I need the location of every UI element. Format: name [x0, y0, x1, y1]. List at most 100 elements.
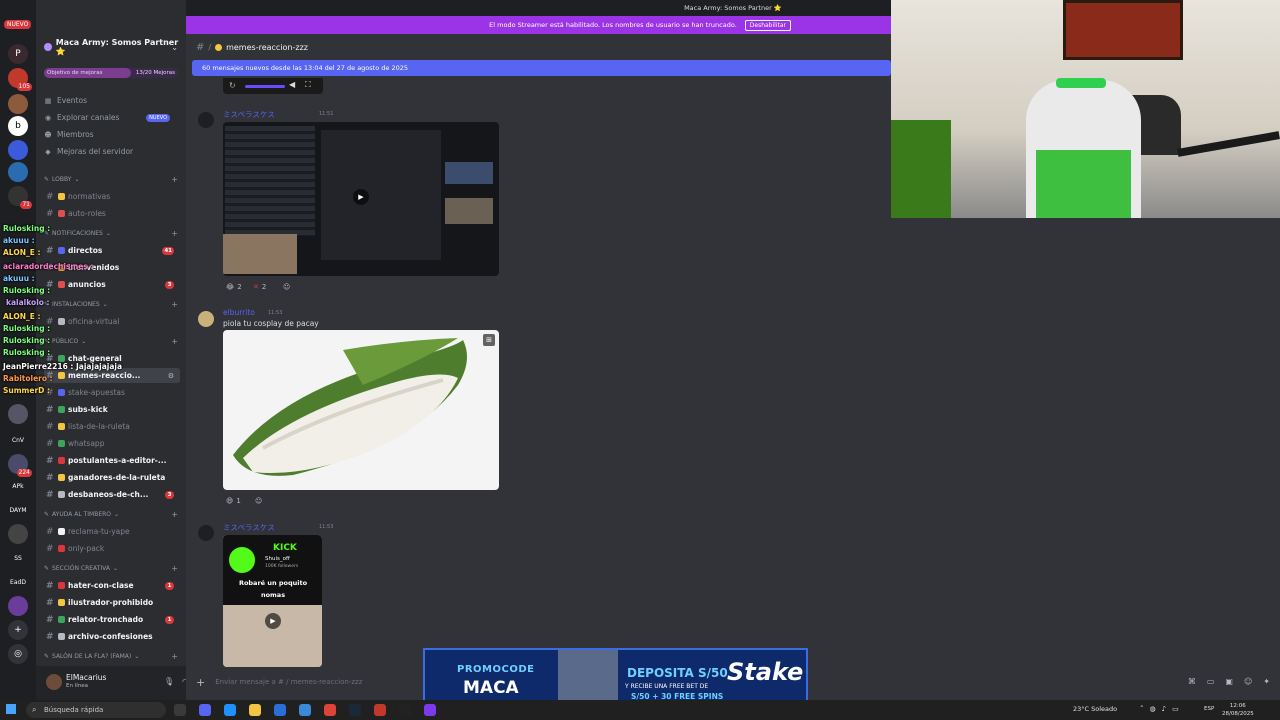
channel-item[interactable]: # subs-kick [44, 402, 180, 417]
steam-app-icon[interactable] [349, 704, 361, 716]
nav-events[interactable]: ▦ Eventos [44, 96, 87, 105]
channel-item[interactable]: # auto-roles [44, 206, 180, 221]
play-icon[interactable]: ▶ [265, 613, 281, 629]
server-icon[interactable]: 71 [8, 186, 32, 209]
chrome-app-icon[interactable] [324, 704, 336, 716]
reaction[interactable]: 😄 1 [223, 495, 244, 507]
nav-members[interactable]: ☻ Miembros [44, 130, 93, 139]
channel-item[interactable]: # lista-de-la-ruleta [44, 419, 180, 434]
server-icon[interactable] [8, 404, 28, 424]
chevron-up-icon[interactable]: ˄ [1140, 705, 1144, 713]
play-icon[interactable]: ▶ [353, 189, 369, 205]
avatar[interactable] [46, 674, 62, 690]
reaction[interactable]: ✕ 2 [250, 281, 269, 293]
gift-icon[interactable]: ⌘ [1188, 677, 1196, 686]
server-icon[interactable]: b [8, 116, 28, 136]
windows-start-icon[interactable] [6, 704, 16, 714]
server-icon[interactable]: 105 [8, 68, 32, 91]
category-ayuda[interactable]: ✎ AYUDA AL TIMBERO ⌄ + [44, 510, 178, 519]
channel-item[interactable]: # ilustrador-prohibido [44, 595, 180, 610]
volume-icon[interactable]: ◀ [289, 80, 295, 89]
language-indicator[interactable]: ESP [1204, 706, 1214, 712]
server-icon[interactable] [8, 524, 28, 544]
app-icon[interactable] [299, 704, 311, 716]
category-publico[interactable]: ✎ PÚBLICO ⌄ + [44, 337, 178, 346]
microphone-icon[interactable]: 🎙 [164, 677, 174, 686]
add-server-icon[interactable]: + [8, 620, 28, 640]
reaction[interactable]: 😂 2 [223, 281, 245, 293]
weather-widget[interactable]: 23°C Soleado [1073, 705, 1117, 713]
sticker-icon[interactable]: ▣ [1225, 677, 1233, 686]
battery-icon[interactable]: ▭ [1172, 705, 1179, 713]
message-author[interactable]: elburrito [223, 308, 255, 317]
channel-settings-icon[interactable]: ⚙ [168, 372, 174, 380]
clock[interactable]: 12:06 28/08/2025 [1222, 702, 1254, 718]
image-options-icon[interactable]: ⊞ [483, 334, 495, 346]
server-label[interactable]: APk [8, 476, 28, 496]
explorer-app-icon[interactable] [249, 704, 261, 716]
channel-item[interactable]: # ganadores-de-la-ruleta [44, 470, 180, 485]
channel-item[interactable]: # normativas [44, 189, 180, 204]
add-channel-icon[interactable]: + [171, 175, 178, 184]
discord-app-icon[interactable] [199, 704, 211, 716]
server-label[interactable]: SS [8, 548, 28, 568]
channel-item[interactable]: # directos 41 [44, 243, 180, 258]
network-icon[interactable]: ◍ [1150, 705, 1156, 713]
add-channel-icon[interactable]: + [171, 652, 178, 661]
add-channel-icon[interactable]: + [171, 337, 178, 346]
add-attachment-icon[interactable]: + [196, 676, 205, 689]
gif-icon[interactable]: ▭ [1207, 677, 1215, 686]
task-view-icon[interactable] [174, 704, 186, 716]
apps-icon[interactable]: ✦ [1263, 677, 1270, 686]
image-attachment[interactable]: ⊞ [223, 330, 499, 490]
new-messages-bar[interactable]: 60 mensajes nuevos desde las 13:04 del 2… [192, 60, 891, 76]
server-label[interactable]: DAYM [8, 500, 28, 520]
add-channel-icon[interactable]: + [171, 229, 178, 238]
server-label[interactable]: EadD [8, 572, 28, 592]
server-icon[interactable] [8, 596, 28, 616]
fullscreen-icon[interactable]: ⛶ [305, 80, 311, 90]
category-lobby[interactable]: ✎ LOBBY ⌄ + [44, 175, 178, 184]
channel-item[interactable]: # reclama-tu-yape [44, 524, 180, 539]
category-notificaciones[interactable]: ✎ NOTIFICACIONES ⌄ + [44, 229, 178, 238]
channel-item[interactable]: # desbaneos-de-ch... 3 [44, 487, 180, 502]
category-salon[interactable]: ✎ SALÓN DE LA FLA? (FAMA) ⌄ + [44, 652, 178, 661]
app-icon[interactable] [424, 704, 436, 716]
avatar[interactable] [198, 525, 214, 541]
edge-app-icon[interactable] [224, 704, 236, 716]
add-channel-icon[interactable]: + [171, 300, 178, 309]
store-app-icon[interactable] [274, 704, 286, 716]
avatar[interactable] [198, 112, 214, 128]
channel-item[interactable]: # oficina-virtual [44, 314, 180, 329]
channel-item[interactable]: # stake-apuestas [44, 385, 180, 400]
server-header[interactable]: Maca Army: Somos Partner ⭐ ⌄ [36, 38, 186, 56]
add-channel-icon[interactable]: + [171, 564, 178, 573]
channel-item[interactable]: # archivo-confesiones [44, 629, 180, 644]
disable-streamer-button[interactable]: Deshabilitar [744, 19, 791, 31]
replay-icon[interactable]: ↻ [229, 81, 236, 90]
message-author[interactable]: ミスペラスケス [223, 522, 275, 533]
avatar[interactable] [198, 311, 214, 327]
boost-progress-bar[interactable]: Objetivo de mejoras 13/20 Mejoras [44, 68, 178, 78]
nav-explore[interactable]: ◉ Explorar canales NUEVO [44, 113, 178, 122]
server-icon[interactable] [8, 94, 28, 114]
server-label[interactable]: CnV [8, 430, 28, 450]
server-icon[interactable]: 224 [8, 454, 32, 477]
server-icon[interactable]: P [8, 44, 28, 64]
category-instalaciones[interactable]: ✎ INSTALACIONES ⌄ + [44, 300, 178, 309]
video-thumbnail[interactable]: KICK Shuis_off 100K followers Robaré un … [223, 535, 322, 667]
channel-item[interactable]: # only-pack [44, 541, 180, 556]
category-creativa[interactable]: ✎ SECCIÓN CREATIVA ⌄ + [44, 564, 178, 573]
volume-slider[interactable] [245, 85, 285, 88]
server-icon[interactable] [8, 162, 28, 182]
taskbar-search[interactable]: ⌕ Búsqueda rápida [26, 702, 166, 718]
nav-server-boosts[interactable]: ◆ Mejoras del servidor [44, 147, 133, 156]
channel-item[interactable]: # relator-tronchado 1 [44, 612, 180, 627]
video-thumbnail[interactable]: ▶ [223, 122, 499, 276]
channel-item[interactable]: # hater-con-clase 1 [44, 578, 180, 593]
emoji-picker-icon[interactable]: ☺ [1244, 677, 1252, 686]
app-icon[interactable] [374, 704, 386, 716]
channel-item[interactable]: # postulantes-a-editor-... [44, 453, 180, 468]
server-icon[interactable] [8, 140, 28, 160]
explore-icon[interactable]: ◎ [8, 644, 28, 664]
